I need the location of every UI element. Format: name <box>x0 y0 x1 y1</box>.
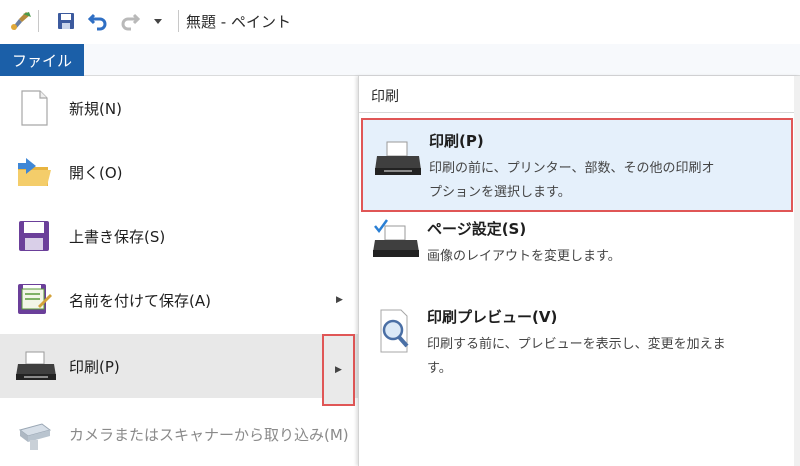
menu-item-print[interactable]: 印刷(P) <box>0 334 358 398</box>
save-icon[interactable] <box>54 10 78 32</box>
menu-item-label: 新規(N) <box>69 99 122 118</box>
submenu-item-title: 印刷プレビュー(V) <box>427 308 558 326</box>
submenu-item-desc: プションを選択します。 <box>429 185 571 200</box>
menu-item-label: 印刷(P) <box>69 357 120 376</box>
background-window-edge <box>794 76 800 466</box>
menu-item-scanner: カメラまたはスキャナーから取り込み(M) <box>0 402 358 466</box>
file-menu: 新規(N) 開く(O) 上書き保存(S) 名前を付けて保存(A) ▶ 印刷(P)… <box>0 76 358 466</box>
toolbar-separator <box>38 10 39 32</box>
new-file-icon <box>14 88 54 128</box>
submenu-item-desc: 画像のレイアウトを変更します。 <box>427 249 621 264</box>
menu-item-label: 開く(O) <box>69 163 123 182</box>
submenu-item-print-preview[interactable]: 印刷プレビュー(V) 印刷する前に、プレビューを表示し、変更を加えま す。 <box>361 298 793 388</box>
menu-item-save-as[interactable]: 名前を付けて保存(A) ▶ <box>0 268 358 332</box>
undo-icon[interactable] <box>86 10 110 32</box>
paint-app-icon[interactable] <box>8 10 34 32</box>
save-as-icon <box>14 280 54 320</box>
menu-item-new[interactable]: 新規(N) <box>0 76 358 140</box>
print-preview-icon <box>371 308 421 354</box>
toolbar-separator <box>178 10 179 32</box>
redo-icon[interactable] <box>118 10 142 32</box>
submenu-item-page-setup[interactable]: ページ設定(S) 画像のレイアウトを変更します。 <box>361 214 793 288</box>
window-title: 無題 - ペイント <box>186 13 291 31</box>
submenu-item-desc: す。 <box>427 361 452 376</box>
customize-toolbar-icon[interactable] <box>150 10 166 32</box>
scanner-icon <box>14 414 54 454</box>
menu-bar: ファイル <box>0 44 800 76</box>
menu-item-label: 名前を付けて保存(A) <box>69 291 211 310</box>
submenu-item-title: 印刷(P) <box>429 132 484 150</box>
menu-item-save[interactable]: 上書き保存(S) <box>0 204 358 268</box>
submenu-item-desc: 印刷の前に、プリンター、部数、その他の印刷オ <box>429 161 715 176</box>
submenu-item-desc: 印刷する前に、プレビューを表示し、変更を加えま <box>427 337 726 352</box>
title-bar: 無題 - ペイント <box>0 0 800 44</box>
printer-icon <box>373 136 423 182</box>
print-submenu-arrow[interactable]: ▶ <box>322 334 355 406</box>
menu-item-label: カメラまたはスキャナーから取り込み(M) <box>69 425 349 444</box>
submenu-arrow-icon: ▶ <box>336 295 343 305</box>
save-icon <box>14 216 54 256</box>
printer-icon <box>14 346 56 386</box>
panel-heading: 印刷 <box>371 89 399 105</box>
divider <box>359 112 800 113</box>
page-setup-icon <box>371 216 421 262</box>
submenu-item-title: ページ設定(S) <box>427 220 527 238</box>
menu-item-open[interactable]: 開く(O) <box>0 140 358 204</box>
menu-item-label: 上書き保存(S) <box>69 227 166 246</box>
submenu-item-print[interactable]: 印刷(P) 印刷の前に、プリンター、部数、その他の印刷オ プションを選択します。 <box>361 118 793 212</box>
file-tab[interactable]: ファイル <box>0 44 84 76</box>
print-submenu-panel: 印刷 印刷(P) 印刷の前に、プリンター、部数、その他の印刷オ プションを選択し… <box>358 76 800 466</box>
submenu-arrow-icon: ▶ <box>335 365 342 375</box>
open-folder-icon <box>14 152 54 192</box>
